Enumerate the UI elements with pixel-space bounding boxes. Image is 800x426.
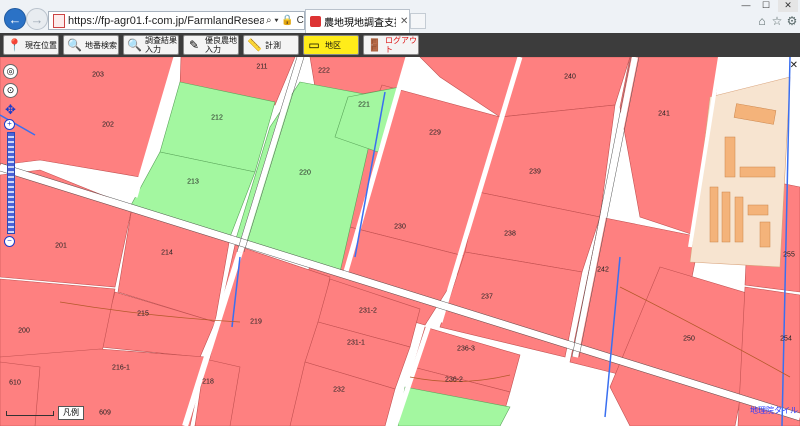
parcel-label: 231-1 xyxy=(347,339,365,347)
parcel-label: 236-3 xyxy=(457,345,475,353)
parcel-label: 242 xyxy=(597,266,609,274)
area-shape-icon: ▭ xyxy=(308,38,320,52)
survey-input-button[interactable]: 🔍 調査結果 入力 xyxy=(123,35,179,55)
browser-chrome: ← → https://fp-agr01.f-com.jp/FarmlandRe… xyxy=(0,0,800,34)
home-icon[interactable]: ⌂ xyxy=(755,14,769,28)
parcel-label: 212 xyxy=(211,114,223,122)
map-credit[interactable]: 地理院タイル xyxy=(750,405,798,416)
parcel-label: 250 xyxy=(683,335,695,343)
parcel-label: 254 xyxy=(780,335,792,343)
survey-input-label: 調査結果 入力 xyxy=(145,36,177,54)
current-location-button[interactable]: 📍 現在位置 xyxy=(3,35,59,55)
zoom-control: ◎ ⊙ ✥ + − xyxy=(3,64,19,247)
back-arrow-icon[interactable]: ← xyxy=(4,8,26,30)
parcel-label: 237 xyxy=(481,293,493,301)
page-icon xyxy=(53,13,65,28)
parcel-label: 241 xyxy=(658,110,670,118)
measure-button[interactable]: 📏 計測 xyxy=(243,35,299,55)
parcel-label: 232 xyxy=(333,386,345,394)
parcel-610 xyxy=(0,361,41,426)
parcel-label: 215 xyxy=(137,310,149,318)
browser-tab[interactable]: 農地現地調査支援システ... ✕ xyxy=(305,9,410,33)
ruler-icon: 📏 xyxy=(247,38,262,52)
new-tab-button[interactable] xyxy=(410,13,426,29)
magnifier-pen-icon: 🔍 xyxy=(67,38,82,52)
zoom-reset-icon[interactable]: ◎ xyxy=(3,64,18,79)
parcel-label: 220 xyxy=(299,169,311,177)
zoom-in-icon[interactable]: + xyxy=(4,119,15,130)
parcel-label: 216-1 xyxy=(112,364,130,372)
parcel-label: 610 xyxy=(9,379,21,387)
parcel-label: 201 xyxy=(55,242,67,250)
parcel-search-button[interactable]: 🔍 地番検索 xyxy=(63,35,119,55)
map-close-icon[interactable]: ✕ xyxy=(790,60,798,71)
parcel-label: 255 xyxy=(783,251,795,259)
parcel-label: 231-2 xyxy=(359,307,377,315)
parcel-label: 240 xyxy=(564,73,576,81)
forward-arrow-icon[interactable]: → xyxy=(26,8,48,30)
address-bar[interactable]: https://fp-agr01.f-com.jp/FarmlandResear… xyxy=(48,11,305,30)
map-pin-icon: 📍 xyxy=(7,38,22,52)
legend-button[interactable]: 凡例 xyxy=(58,406,84,420)
parcel-203 xyxy=(0,57,176,178)
scale-bar xyxy=(6,411,54,416)
logout-door-icon: 🚪 xyxy=(367,38,382,52)
parcel-label: 229 xyxy=(429,129,441,137)
map-view[interactable]: 203 202 211 222 221 212 213 220 229 240 … xyxy=(0,57,800,426)
magnifier-icon: 🔍 xyxy=(127,38,142,52)
settings-gear-icon[interactable]: ⚙ xyxy=(785,14,799,28)
parcel-label: 239 xyxy=(529,168,541,176)
zoom-home-icon[interactable]: ⊙ xyxy=(3,83,18,98)
logout-button[interactable]: 🚪 ログアウト xyxy=(363,35,419,55)
app-toolbar: 📍 現在位置 🔍 地番検索 🔍 調査結果 入力 ✎ 優良農地 入力 📏 計測 ▭… xyxy=(0,33,800,57)
pan-arrows-icon[interactable]: ✥ xyxy=(3,102,18,117)
good-farmland-input-label: 優良農地 入力 xyxy=(205,36,237,54)
parcel-label: 238 xyxy=(504,230,516,238)
zoom-slider[interactable] xyxy=(7,132,15,234)
parcel-label: 230 xyxy=(394,223,406,231)
favorites-star-icon[interactable]: ☆ xyxy=(770,14,784,28)
parcel-label: 219 xyxy=(250,318,262,326)
tab-title: 農地現地調査支援システ... xyxy=(324,18,396,29)
parcel-label: 218 xyxy=(202,378,214,386)
logout-label: ログアウト xyxy=(385,36,417,54)
url-text[interactable]: https://fp-agr01.f-com.jp/FarmlandResear… xyxy=(68,15,264,27)
maximize-icon[interactable]: ☐ xyxy=(757,0,775,12)
good-farmland-input-button[interactable]: ✎ 優良農地 入力 xyxy=(183,35,239,55)
area-label: 地区 xyxy=(325,40,341,50)
current-location-label: 現在位置 xyxy=(25,40,57,50)
area-button[interactable]: ▭ 地区 xyxy=(303,35,359,55)
parcel-label: 214 xyxy=(161,249,173,257)
parcel-label: 221 xyxy=(358,101,370,109)
zoom-out-icon[interactable]: − xyxy=(4,236,15,247)
parcel-label: 211 xyxy=(256,63,268,71)
parcel-label: 202 xyxy=(102,121,114,129)
address-controls[interactable]: ⌕ ▾ 🔒 C xyxy=(266,15,304,26)
close-tab-icon[interactable]: ✕ xyxy=(400,16,408,27)
parcel-label: 236-2 xyxy=(445,376,463,384)
minimize-icon[interactable]: — xyxy=(737,0,755,12)
parcel-search-label: 地番検索 xyxy=(85,40,117,50)
parcel-label: 222 xyxy=(318,67,330,75)
parcel-label: 609 xyxy=(99,409,111,417)
pencil-icon: ✎ xyxy=(188,38,200,52)
parcel-label: 200 xyxy=(18,327,30,335)
parcel-label: 213 xyxy=(187,178,199,186)
parcel-label: 203 xyxy=(92,71,104,79)
measure-label: 計測 xyxy=(265,40,281,50)
close-window-icon[interactable]: ✕ xyxy=(778,0,798,12)
favicon-icon xyxy=(310,16,321,27)
